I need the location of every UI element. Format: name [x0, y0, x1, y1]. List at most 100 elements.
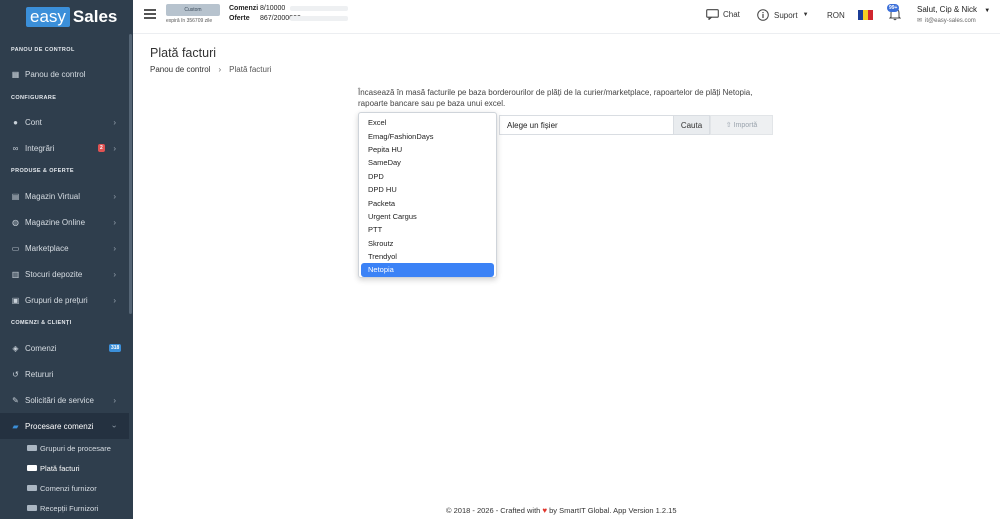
- wrench-icon: ✎: [12, 395, 19, 405]
- chevron-right-icon: ›: [218, 65, 222, 74]
- chevron-right-icon: ›: [113, 295, 116, 305]
- app-window: easy Sales PANOU DE CONTROL ▦ Panou de c…: [0, 0, 1000, 519]
- dropdown-option[interactable]: DPD: [359, 170, 496, 183]
- return-icon: ↺: [12, 369, 19, 379]
- sidebar-item-comenzi[interactable]: ◈ Comenzi 318: [0, 335, 129, 361]
- page-description: Încasează în masă facturile pe baza bord…: [358, 88, 753, 108]
- sidebar-item-label: Solicitări de service: [25, 395, 94, 405]
- sidebar-scrollbar[interactable]: [129, 34, 132, 314]
- orders-quota: Comenzi 8/10000: [229, 5, 348, 12]
- invoice-icon: [27, 465, 37, 471]
- comenzi-badge: 318: [109, 344, 122, 352]
- file-input[interactable]: Alege un fișier: [499, 115, 673, 135]
- sidebar-item-retururi[interactable]: ↺ Retururi: [0, 361, 129, 387]
- offers-progress-bar: [290, 16, 348, 21]
- chevron-down-icon: ›: [110, 424, 120, 428]
- caret-down-icon: ▼: [802, 12, 809, 18]
- subitem-label: Comenzi furnizor: [40, 483, 97, 493]
- warehouse-icon: ▥: [11, 269, 20, 279]
- user-menu[interactable]: Salut, Cip & Nick ▼: [917, 5, 990, 14]
- sidebar-item-label: Stocuri depozite: [25, 269, 83, 279]
- subitem-grupuri-procesare[interactable]: Grupuri de procesare: [27, 438, 111, 458]
- offers-quota: Oferte 867/2000000: [229, 15, 348, 22]
- sidebar-item-label: Cont: [25, 117, 42, 127]
- plan-expiry: expiră în 356709 zile: [166, 18, 213, 24]
- user-email-text: it@easy-sales.com: [925, 18, 976, 24]
- breadcrumb-home[interactable]: Panou de control: [150, 65, 211, 74]
- support-label: Suport: [774, 10, 798, 20]
- sidebar-item-label: Procesare comenzi: [25, 421, 94, 431]
- sidebar-item-label: Panou de control: [25, 69, 86, 79]
- subitem-label: Plată facturi: [40, 463, 80, 473]
- romania-flag-icon[interactable]: [858, 10, 873, 20]
- chat-button[interactable]: Chat: [706, 9, 740, 20]
- dashboard-icon: ▦: [11, 69, 20, 79]
- sidebar-item-magazine-online[interactable]: ◍ Magazine Online ›: [0, 209, 129, 235]
- report-type-dropdown[interactable]: Excel Emag/FashionDays Pepita HU SameDay…: [358, 112, 497, 278]
- section-products: PRODUSE & OFERTE: [11, 168, 74, 174]
- chevron-right-icon: ›: [113, 117, 116, 127]
- logo-sales: Sales: [72, 7, 118, 26]
- subitem-receptii[interactable]: Recepții Furnizori: [27, 498, 98, 518]
- subitem-plata-facturi[interactable]: Plată facturi: [27, 458, 80, 478]
- plan-badge[interactable]: Custom: [166, 4, 220, 16]
- dropdown-option[interactable]: Skroutz: [359, 237, 496, 250]
- browse-button[interactable]: Cauta: [673, 115, 710, 135]
- dropdown-option[interactable]: Emag/FashionDays: [359, 129, 496, 142]
- sidebar-item-solicitari[interactable]: ✎ Solicitări de service ›: [0, 387, 129, 413]
- import-button[interactable]: ⇧ Importă: [710, 115, 773, 135]
- section-panel: PANOU DE CONTROL: [11, 47, 75, 53]
- dropdown-option-selected[interactable]: Netopia: [361, 263, 494, 277]
- sidebar-item-procesare[interactable]: ▰ Procesare comenzi ›: [0, 413, 129, 439]
- dropdown-option[interactable]: Urgent Cargus: [359, 210, 496, 223]
- mail-icon: ✉: [917, 18, 923, 24]
- sidebar-item-panou[interactable]: ▦ Panou de control: [0, 61, 129, 87]
- sidebar-item-marketplace[interactable]: ▭ Marketplace ›: [0, 235, 129, 261]
- section-config: CONFIGURARE: [11, 95, 57, 101]
- dropdown-option[interactable]: Pepita HU: [359, 143, 496, 156]
- logo[interactable]: easy Sales: [26, 7, 117, 27]
- dropdown-option[interactable]: Excel: [359, 116, 496, 129]
- chevron-right-icon: ›: [113, 217, 116, 227]
- sidebar-item-label: Comenzi: [25, 343, 57, 353]
- dropdown-option[interactable]: Trendyol: [359, 250, 496, 263]
- subitem-comenzi-furnizor[interactable]: Comenzi furnizor: [27, 478, 97, 498]
- sidebar-item-label: Integrări: [25, 143, 55, 153]
- import-label: Importă: [733, 121, 758, 129]
- dropdown-option[interactable]: DPD HU: [359, 183, 496, 196]
- chevron-right-icon: ›: [113, 269, 116, 279]
- sidebar-item-magazin-virtual[interactable]: ▤ Magazin Virtual ›: [0, 183, 129, 209]
- chat-icon: [706, 9, 719, 20]
- notification-badge: 99+: [887, 4, 900, 12]
- sidebar-item-label: Retururi: [25, 369, 54, 379]
- integrari-badge: 2: [98, 144, 105, 152]
- currency-selector[interactable]: RON: [827, 11, 845, 20]
- sidebar-item-label: Magazin Virtual: [25, 191, 80, 201]
- breadcrumb: Panou de control › Plată facturi: [150, 65, 271, 74]
- file-input-label: Alege un fișier: [507, 120, 558, 130]
- footer-suffix: by SmartIT Global. App Version 1.2.15: [549, 506, 677, 515]
- support-dropdown[interactable]: Suport ▼: [757, 9, 809, 21]
- sidebar-item-stocuri[interactable]: ▥ Stocuri depozite ›: [0, 261, 129, 287]
- heart-icon: ♥: [542, 506, 548, 515]
- topbar: Custom expiră în 356709 zile Comenzi 8/1…: [133, 0, 1000, 34]
- user-email: ✉ it@easy-sales.com: [917, 17, 976, 24]
- dropdown-option[interactable]: SameDay: [359, 156, 496, 169]
- logo-bar: easy Sales: [0, 0, 133, 34]
- sidebar-item-integrari[interactable]: ∞ Integrări 2 ›: [0, 135, 129, 161]
- store-icon: ▤: [11, 191, 20, 201]
- sidebar-item-grupuri-preturi[interactable]: ▣ Grupuri de prețuri ›: [0, 287, 129, 313]
- footer-prefix: © 2018 - 2026 - Crafted with: [446, 506, 541, 515]
- chevron-right-icon: ›: [113, 143, 116, 153]
- dropdown-option[interactable]: Packeta: [359, 196, 496, 209]
- info-icon: [757, 9, 769, 21]
- breadcrumb-current: Plată facturi: [229, 65, 272, 74]
- caret-down-icon: ▼: [984, 8, 991, 14]
- subitem-label: Grupuri de procesare: [40, 443, 111, 453]
- menu-toggle-icon[interactable]: [144, 9, 156, 19]
- sidebar: easy Sales PANOU DE CONTROL ▦ Panou de c…: [0, 0, 133, 519]
- sidebar-item-label: Grupuri de prețuri: [25, 295, 88, 305]
- sidebar-item-cont[interactable]: ● Cont ›: [0, 109, 129, 135]
- user-icon: ●: [13, 117, 18, 127]
- dropdown-option[interactable]: PTT: [359, 223, 496, 236]
